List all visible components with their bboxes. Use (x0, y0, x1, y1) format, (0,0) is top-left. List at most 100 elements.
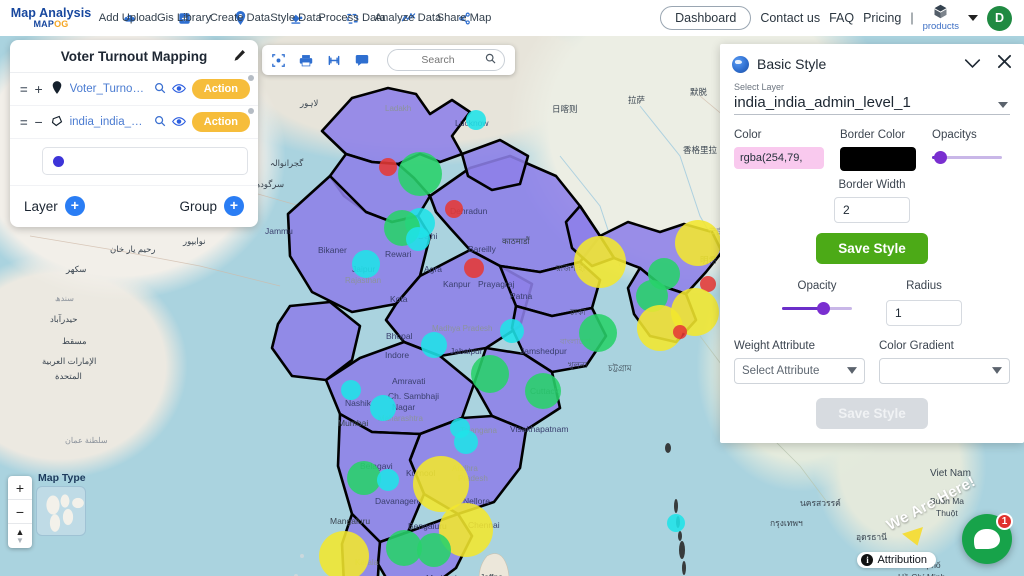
map-data-point[interactable] (675, 220, 721, 266)
map-data-point[interactable] (445, 200, 463, 218)
layer-visibility-icon[interactable] (171, 82, 186, 97)
brand-logo[interactable]: Map Analysis MAPOG (8, 6, 94, 30)
chevron-down-icon[interactable] (998, 102, 1008, 108)
map-data-point[interactable] (341, 380, 361, 400)
slider-knob[interactable] (816, 301, 830, 315)
print-icon[interactable] (299, 54, 313, 67)
brand-map-text: MAP (33, 18, 55, 29)
nav-item-gis-library[interactable]: Gis Library (156, 10, 212, 27)
map-data-point[interactable] (667, 514, 685, 532)
products-menu[interactable]: products (923, 4, 959, 32)
nav-separator: | (910, 11, 914, 25)
style-panel-title: Basic Style (757, 56, 827, 72)
layer-color-swatch-box[interactable] (42, 147, 248, 175)
pricing-link[interactable]: Pricing (863, 11, 901, 25)
color-value-chip[interactable]: rgba(254,79, (734, 147, 824, 169)
layer-action-button-india-admin[interactable]: Action (191, 112, 250, 132)
nav-item-add-upload[interactable]: Add Upload (99, 10, 157, 27)
attribution-button[interactable]: i Attribution (857, 552, 936, 568)
map-data-point[interactable] (574, 236, 626, 288)
nav-item-style-data[interactable]: Style Data (268, 10, 324, 27)
drag-handle-icon[interactable]: = (20, 116, 28, 129)
zoom-to-layer-icon[interactable] (154, 82, 166, 97)
border-color-swatch[interactable] (840, 147, 916, 171)
slider-knob[interactable] (934, 150, 948, 164)
map-data-point[interactable] (347, 461, 381, 495)
avatar[interactable]: D (987, 5, 1012, 31)
map-data-point[interactable] (421, 332, 447, 358)
zoom-in-button[interactable]: + (8, 476, 32, 500)
nav-item-create-data[interactable]: Create Data (210, 10, 270, 27)
comment-icon[interactable] (355, 54, 369, 66)
map-type-thumbnail[interactable] (36, 486, 86, 536)
color-field: Color rgba(254,79, (734, 129, 824, 171)
chevron-down-icon[interactable] (847, 365, 857, 377)
save-style-button[interactable]: Save Style (816, 233, 928, 264)
contact-us-link[interactable]: Contact us (760, 11, 820, 25)
map-data-point[interactable] (377, 469, 399, 491)
map-data-point[interactable] (579, 314, 617, 352)
map-data-point[interactable] (471, 355, 509, 393)
search-icon[interactable] (485, 53, 496, 67)
drag-handle-icon[interactable]: = (20, 83, 28, 96)
map-data-point[interactable] (466, 110, 486, 130)
map-type-label: Map Type (38, 472, 86, 484)
opacitys-slider[interactable] (932, 147, 1002, 167)
nav-item-analyze-data[interactable]: Analyze Data (375, 10, 442, 27)
map-data-point[interactable] (464, 258, 484, 278)
add-layer-group[interactable]: Layer + (24, 196, 85, 216)
map-data-point[interactable] (398, 152, 442, 196)
layer-row-voter-turnout[interactable]: = + Voter_Turnout_D... Action (10, 73, 258, 106)
map-data-point[interactable] (417, 533, 451, 567)
zoom-out-button[interactable]: − (8, 500, 32, 524)
chevron-down-icon[interactable] (968, 15, 978, 21)
layer-row-india-admin[interactable]: = − india_india_admi... Action (10, 106, 258, 139)
zoom-to-layer-icon[interactable] (154, 115, 166, 130)
compass-icon[interactable]: ▲ ▼ (8, 524, 32, 548)
pencil-icon[interactable] (233, 49, 246, 65)
nav-item-process-data[interactable]: Process Data (318, 10, 385, 27)
app-root: کابلپشاورآبادلاہورگجرانوالہسرگودھاپنجابم… (0, 0, 1024, 576)
measure-icon[interactable] (327, 54, 341, 67)
radius-input[interactable] (886, 300, 962, 326)
map-data-point[interactable] (673, 325, 687, 339)
layer-action-button-voter-turnout[interactable]: Action (191, 79, 250, 99)
map-data-point[interactable] (379, 158, 397, 176)
layer-visibility-icon[interactable] (171, 115, 186, 130)
chevron-down-icon[interactable] (964, 56, 981, 73)
faq-link[interactable]: FAQ (829, 11, 854, 25)
close-icon[interactable] (997, 54, 1012, 74)
dashboard-button[interactable]: Dashboard (660, 6, 752, 30)
add-group-plus-icon[interactable]: + (224, 196, 244, 216)
nav-item-share-map[interactable]: Share Map (436, 10, 492, 27)
border-width-input[interactable] (834, 197, 910, 223)
layer-expand-toggle[interactable]: + (34, 82, 44, 96)
map-data-point[interactable] (454, 430, 478, 454)
layer-name-india-admin[interactable]: india_india_admi... (70, 116, 148, 128)
chat-widget-button[interactable]: 1 (962, 513, 1013, 564)
select-layer-field[interactable]: Select Layer india_india_admin_level_1 (734, 82, 1010, 115)
layer-color-swatch-dot (53, 155, 64, 167)
opacity-slider[interactable] (782, 298, 852, 318)
map-data-point[interactable] (406, 227, 430, 251)
map-data-point[interactable] (319, 531, 369, 576)
add-group-group[interactable]: Group + (179, 196, 244, 216)
add-layer-plus-icon[interactable]: + (64, 196, 85, 216)
map-search-box[interactable] (387, 49, 505, 71)
map-data-point[interactable] (525, 373, 561, 409)
weight-attribute-select[interactable]: Select Attribute (734, 358, 865, 384)
layer-collapse-toggle[interactable]: − (34, 115, 44, 129)
save-style-primary-wrap: Save Style (734, 233, 1010, 264)
map-data-point[interactable] (500, 319, 524, 343)
color-label: Color (734, 129, 762, 141)
map-type-control: Map Type (36, 472, 86, 536)
chevron-down-icon[interactable] (992, 365, 1002, 377)
color-gradient-select[interactable] (879, 358, 1010, 384)
map-data-point[interactable] (370, 395, 396, 421)
weight-attribute-value: Select Attribute (742, 365, 820, 377)
map-data-point[interactable] (352, 250, 380, 278)
layer-name-voter-turnout[interactable]: Voter_Turnout_D... (70, 83, 148, 95)
search-input[interactable] (398, 54, 478, 66)
top-navbar: Map Analysis MAPOG Add Upload Gis Librar… (0, 0, 1024, 36)
focus-icon[interactable] (272, 53, 285, 67)
